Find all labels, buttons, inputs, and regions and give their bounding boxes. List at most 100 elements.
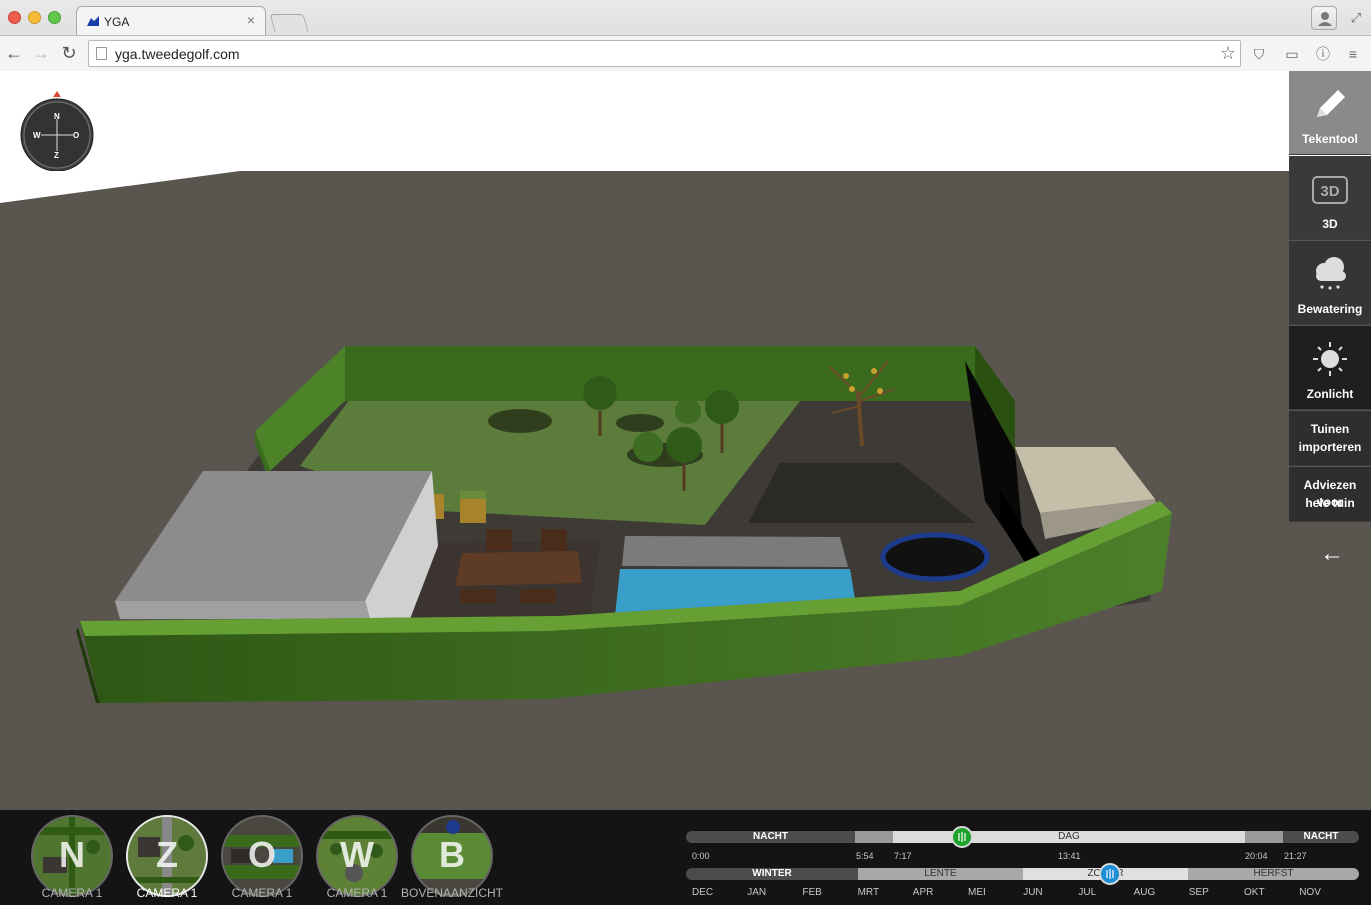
tree (583, 376, 617, 410)
time-segment-night: NACHT (1283, 831, 1359, 843)
url-text[interactable]: yga.tweedegolf.com (115, 46, 240, 62)
shield-icon[interactable]: ⛉ (1249, 44, 1269, 64)
bush (633, 432, 663, 462)
time-tick: 0:00 (692, 851, 710, 861)
zonlicht-button[interactable]: Zonlicht (1289, 326, 1371, 410)
camera-thumbnail: W (316, 815, 398, 897)
sidebar-item-label: importeren (1298, 440, 1362, 454)
month-label: MEI (968, 887, 986, 898)
reload-icon[interactable]: ↻ (57, 41, 81, 65)
season-segment-autumn: HERFST (1188, 868, 1359, 880)
pool-stones (622, 536, 848, 567)
user-icon[interactable] (1311, 6, 1337, 30)
time-tick: 21:27 (1284, 851, 1307, 861)
season-slider-handle[interactable] (1098, 863, 1121, 885)
garden-3d-viewport[interactable]: N Z W O Tekentool 3D 3D Bewatering Zonli… (0, 71, 1371, 905)
browser-chrome: YGA × ⤢ ← → ↻ yga.tweedegolf.com ☆ ⛉ ▭ ⓘ… (0, 0, 1371, 71)
chair (486, 529, 512, 551)
compass-east: O (73, 131, 80, 140)
month-label: JAN (747, 887, 767, 898)
planter (460, 498, 486, 523)
tree (705, 390, 739, 424)
month-label: JUL (1078, 887, 1097, 898)
svg-text:3D: 3D (1320, 183, 1339, 200)
camera-letter: O (247, 834, 276, 875)
expand-icon[interactable]: ⤢ (1346, 8, 1366, 28)
time-slider-handle[interactable] (950, 826, 973, 848)
sidebar-item-label: hele tuin (1305, 496, 1355, 510)
garden-3d-scene[interactable] (0, 71, 1371, 905)
sidebar-item-label: 3D (1322, 217, 1338, 231)
camera-thumbnail: N (31, 815, 113, 897)
yga-favicon-icon (87, 16, 99, 26)
camera-bovenaanzicht-button[interactable]: B BOVENAANZICHT (401, 815, 503, 905)
camera-thumbnail: Z (126, 815, 208, 897)
address-bar[interactable]: yga.tweedegolf.com ☆ (88, 40, 1241, 67)
menu-icon[interactable]: ≡ (1343, 44, 1363, 64)
adviezen-button[interactable]: Adviezen voor hele tuin (1289, 467, 1371, 522)
new-tab-button[interactable] (269, 14, 309, 32)
camera-thumbnail: O (221, 815, 303, 897)
arrow-left-icon[interactable]: ← (2, 41, 26, 65)
tab-close-icon[interactable]: × (243, 12, 259, 28)
time-tick: 20:04 (1245, 851, 1268, 861)
tab-title: YGA (104, 15, 130, 29)
chair (541, 529, 567, 551)
compass-west: W (33, 131, 41, 140)
compass[interactable]: N Z W O (19, 91, 95, 172)
month-label: NOV (1299, 887, 1321, 898)
arrow-right-icon[interactable]: → (29, 41, 53, 65)
time-tick: 7:17 (894, 851, 912, 861)
cast-icon[interactable]: ▭ (1282, 44, 1302, 64)
month-label: JUN (1023, 887, 1043, 898)
info-icon[interactable]: ⓘ (1313, 44, 1333, 64)
window-close-button[interactable] (8, 11, 21, 24)
month-label: SEP (1188, 887, 1209, 898)
browser-tab[interactable]: YGA × (76, 6, 266, 35)
time-segment-day: DAG (893, 831, 1245, 843)
camera-label: BOVENAANZICHT (400, 886, 503, 900)
compass-south: Z (54, 151, 59, 160)
bewatering-button[interactable]: Bewatering (1289, 241, 1371, 325)
tuinen-importeren-button[interactable]: Tuinen importeren (1289, 411, 1371, 466)
bottom-bar: N CAMERA 1 Z CAMERA 1 O CAMERA 1 W CAMER… (0, 810, 1371, 905)
month-label: APR (912, 887, 934, 898)
month-label: DEC (692, 887, 714, 898)
3d-button[interactable]: 3D 3D (1289, 156, 1371, 240)
sidebar-item-label: Zonlicht (1306, 387, 1354, 401)
sun-icon (1313, 342, 1347, 376)
compass-north: N (54, 112, 60, 121)
month-label: AUG (1133, 887, 1156, 898)
browser-toolbar: ← → ↻ yga.tweedegolf.com ☆ ⛉ ▭ ⓘ ≡ (0, 35, 1371, 71)
trampoline (880, 532, 990, 582)
camera-letter: N (59, 834, 85, 875)
dining-table (455, 551, 582, 586)
sidebar-item-label: Tuinen (1310, 422, 1350, 436)
star-icon[interactable]: ☆ (1220, 43, 1236, 64)
sidebar-item-label: Bewatering (1297, 302, 1363, 316)
camera-thumbnail: B (411, 815, 493, 897)
collapse-arrow-icon[interactable]: ← (1320, 542, 1344, 566)
3d-icon: 3D (1312, 176, 1348, 204)
camera-letter: W (340, 834, 374, 875)
window-maximize-button[interactable] (48, 11, 61, 24)
page-icon (96, 47, 107, 60)
pencil-icon (1317, 90, 1345, 117)
time-segment-dawn (855, 831, 893, 843)
sidebar-item-label: Tekentool (1302, 132, 1358, 146)
window-minimize-button[interactable] (28, 11, 41, 24)
tree (666, 427, 702, 463)
season-slider[interactable]: WINTER LENTE ZOMER HERFST (686, 868, 1359, 880)
time-segment-night: NACHT (686, 831, 855, 843)
tekentool-button[interactable]: Tekentool (1289, 71, 1371, 155)
time-tick: 5:54 (856, 851, 874, 861)
month-label: OKT (1244, 887, 1265, 898)
tool-sidebar: Tekentool 3D 3D Bewatering Zonlicht Tuin… (1289, 71, 1371, 571)
month-label: MRT (857, 887, 880, 898)
time-tick: 13:41 (1058, 851, 1081, 861)
app-window: YGA × ⤢ ← → ↻ yga.tweedegolf.com ☆ ⛉ ▭ ⓘ… (0, 0, 1371, 905)
time-slider[interactable]: NACHT DAG NACHT (686, 831, 1359, 843)
month-label: FEB (802, 887, 822, 898)
time-segment-dusk (1245, 831, 1283, 843)
camera-letter: B (439, 834, 465, 875)
